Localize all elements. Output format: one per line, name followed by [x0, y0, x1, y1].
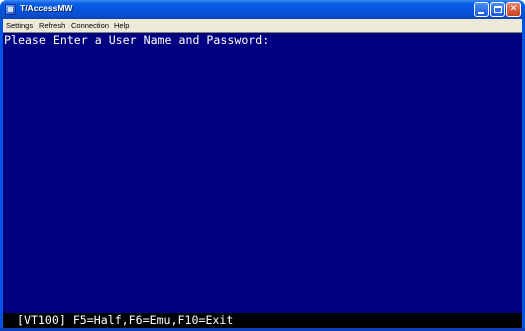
maximize-button[interactable] — [490, 2, 505, 17]
app-window: T/AccessMW ✕ Settings Refresh Connection… — [0, 0, 525, 331]
login-prompt: Please Enter a User Name and Password: — [4, 33, 270, 47]
maximize-icon — [494, 6, 502, 13]
window-title: T/AccessMW — [20, 3, 73, 13]
title-bar[interactable]: T/AccessMW ✕ — [0, 0, 525, 19]
terminal-screen[interactable]: Please Enter a User Name and Password: — [3, 32, 522, 328]
close-icon: ✕ — [509, 4, 518, 14]
minimize-icon — [478, 12, 484, 14]
menu-refresh[interactable]: Refresh — [39, 20, 65, 31]
menu-connection[interactable]: Connection — [71, 20, 109, 31]
menu-settings[interactable]: Settings — [6, 20, 33, 31]
status-bar: [VT100] F5=Half,F6=Emu,F10=Exit — [3, 313, 522, 328]
menu-help[interactable]: Help — [114, 20, 129, 31]
menu-bar: Settings Refresh Connection Help — [3, 19, 522, 32]
close-button[interactable]: ✕ — [506, 2, 521, 17]
minimize-button[interactable] — [474, 2, 489, 17]
app-icon[interactable] — [5, 4, 16, 15]
status-text: [VT100] F5=Half,F6=Emu,F10=Exit — [10, 313, 234, 327]
